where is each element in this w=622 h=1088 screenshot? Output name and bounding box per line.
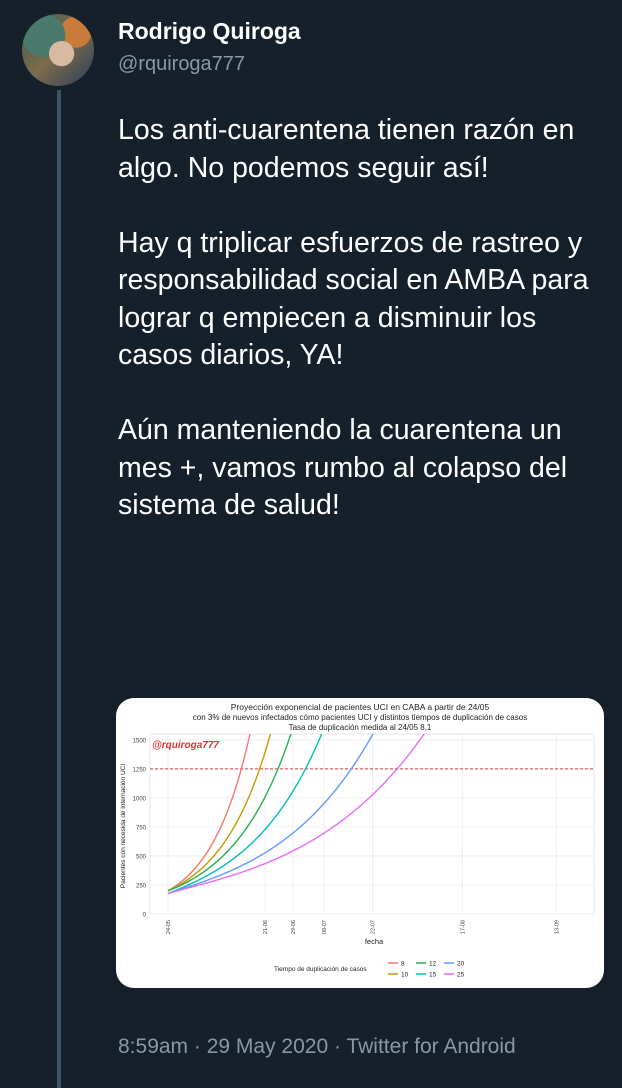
tweet-media-chart[interactable]: Proyección exponencial de pacientes UCI … xyxy=(116,698,604,988)
tweet-paragraph: Los anti-cuarentena tienen razón en algo… xyxy=(118,114,575,184)
tweet-source[interactable]: Twitter for Android xyxy=(346,1035,515,1058)
y-tick-label: 1000 xyxy=(133,796,147,802)
x-tick-label: 13-09 xyxy=(554,920,560,934)
legend-label-10: 10 xyxy=(401,972,409,979)
x-axis-label: fecha xyxy=(365,937,384,946)
author-name[interactable]: Rodrigo Quiroga xyxy=(118,18,301,45)
tweet-date[interactable]: 29 May 2020 xyxy=(207,1035,328,1058)
y-tick-label: 0 xyxy=(143,913,147,919)
plot-area xyxy=(149,733,595,915)
legend-title: Tiempo de duplicación de casos xyxy=(274,966,367,973)
thread-line xyxy=(57,90,61,1088)
x-tick-label: 22-07 xyxy=(371,920,377,934)
legend-label-8: 8 xyxy=(401,961,405,968)
legend-label-15: 15 xyxy=(429,972,437,979)
legend-label-25: 25 xyxy=(457,972,465,979)
legend-label-20: 20 xyxy=(457,961,465,968)
x-tick-label: 29-06 xyxy=(291,920,297,934)
avatar[interactable] xyxy=(22,14,94,86)
meta-separator: · xyxy=(193,1035,201,1058)
chart-title: Proyección exponencial de pacientes UCI … xyxy=(231,702,490,712)
chart-subtitle: con 3% de nuevos infectados cómo pacient… xyxy=(193,713,527,722)
y-tick-label: 1500 xyxy=(133,738,147,744)
tweet-text: Los anti-cuarentena tienen razón en algo… xyxy=(118,112,608,525)
x-tick-label: 24-05 xyxy=(166,920,172,934)
chart-watermark: @rquiroga777 xyxy=(152,740,219,751)
author-handle[interactable]: @rquiroga777 xyxy=(118,53,245,76)
tweet-paragraph: Aún manteniendo la cuarentena un mes +, … xyxy=(118,414,568,521)
legend-label-12: 12 xyxy=(429,961,437,968)
meta-separator: · xyxy=(334,1035,341,1058)
x-tick-label: 08-07 xyxy=(322,920,328,934)
y-tick-label: 250 xyxy=(136,883,147,889)
chart-subtitle-2: Tasa de duplicación medida al 24/05 8,1 xyxy=(289,723,432,732)
tweet-paragraph: Hay q triplicar esfuerzos de rastreo y r… xyxy=(118,226,589,372)
y-axis-label: Pacientes con necesida de internación UC… xyxy=(120,764,127,888)
y-tick-label: 750 xyxy=(136,825,147,831)
tweet-meta: 8:59am · 29 May 2020 · Twitter for Andro… xyxy=(118,1035,516,1059)
x-tick-label: 17-08 xyxy=(461,920,467,934)
x-tick-label: 21-06 xyxy=(263,920,269,934)
tweet-time[interactable]: 8:59am xyxy=(118,1035,188,1058)
y-tick-label: 1250 xyxy=(133,767,147,773)
projection-chart: Proyección exponencial de pacientes UCI … xyxy=(120,702,595,979)
y-tick-label: 500 xyxy=(136,854,147,860)
